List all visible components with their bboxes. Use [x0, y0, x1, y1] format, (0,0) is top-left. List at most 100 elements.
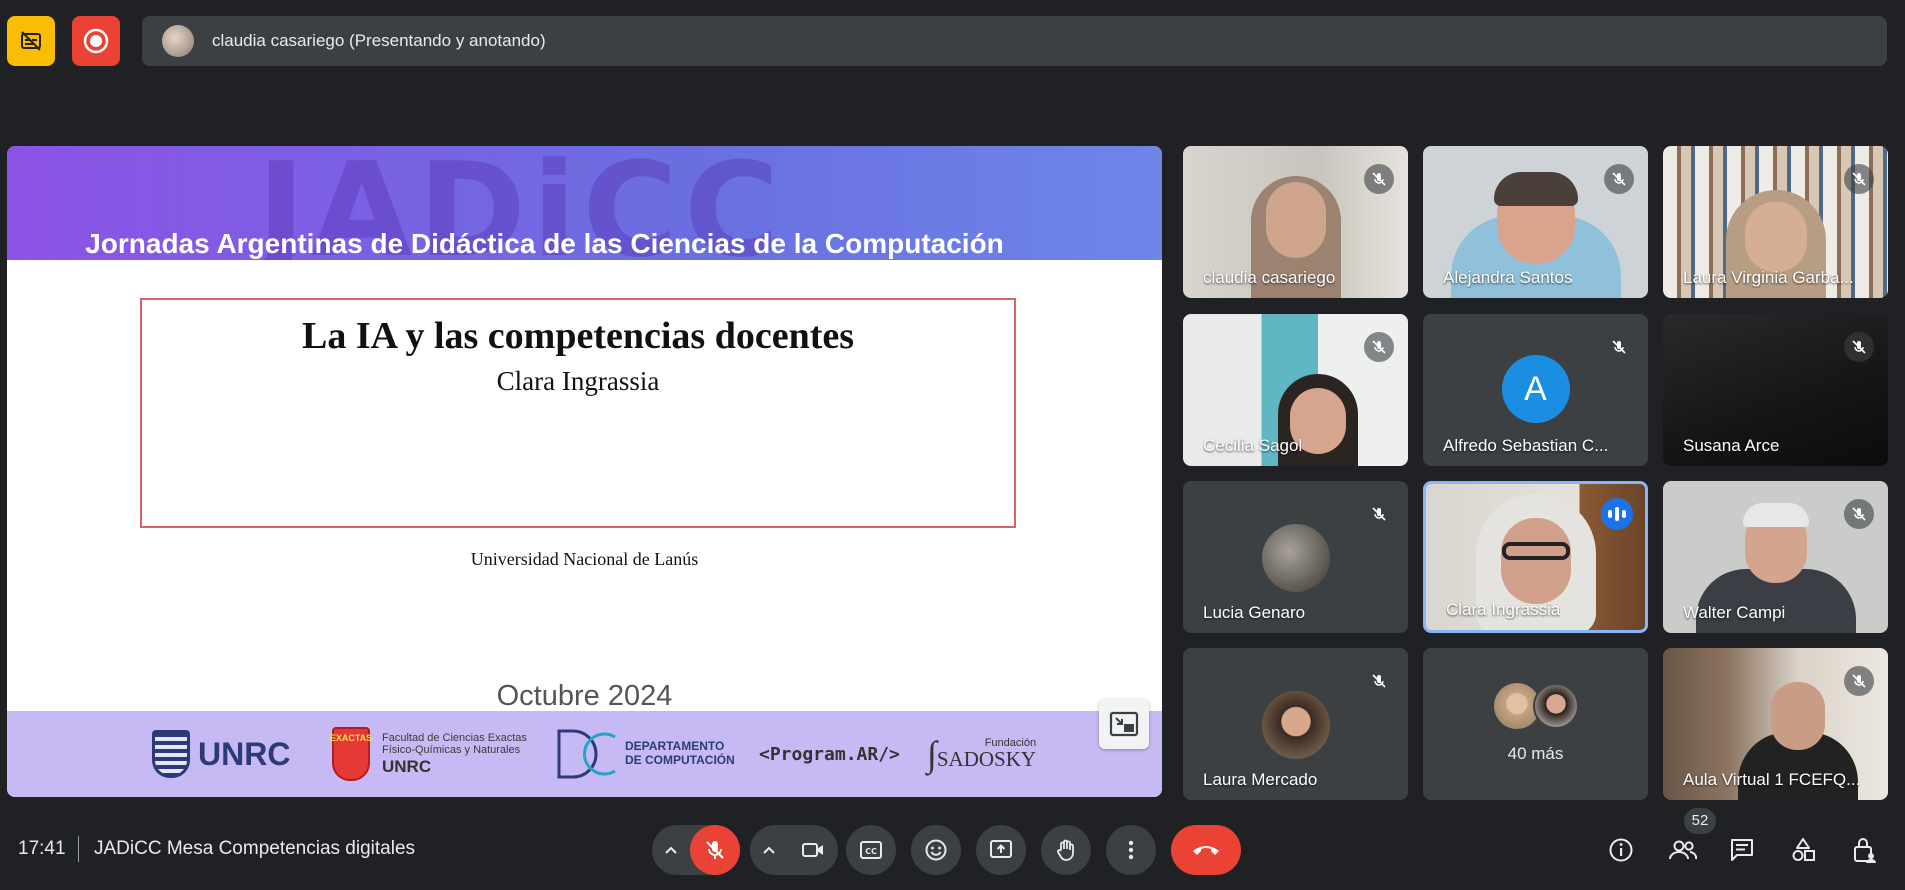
- people-button[interactable]: [1665, 834, 1701, 866]
- muted-icon: [1844, 164, 1874, 194]
- participant-tile-lucia[interactable]: Lucia Genaro: [1183, 481, 1408, 633]
- avatar: [1261, 524, 1330, 592]
- event-title: Jornadas Argentinas de Didáctica de las …: [85, 228, 1004, 259]
- info-icon: [1609, 838, 1633, 862]
- raise-hand-button[interactable]: [1041, 825, 1091, 875]
- presenter-text: claudia casariego (Presentando y anotand…: [212, 31, 546, 50]
- participant-tile-cecilia[interactable]: Cecilia Sagol: [1183, 314, 1408, 466]
- avatar: [1533, 683, 1579, 729]
- muted-icon: [1604, 332, 1634, 362]
- participant-name: Alejandra Santos: [1443, 268, 1573, 287]
- participant-name: Cecilia Sagol: [1203, 436, 1303, 455]
- talk-author: Clara Ingrassia: [496, 366, 660, 396]
- more-options-button[interactable]: [1106, 825, 1156, 875]
- participant-tile-susana[interactable]: Susana Arce: [1663, 314, 1888, 466]
- emoji-icon: [925, 839, 947, 861]
- record-icon: [83, 28, 109, 54]
- participant-tile-aula-virtual[interactable]: Aula Virtual 1 FCEFQ...: [1663, 648, 1888, 800]
- meeting-details-button[interactable]: [1605, 834, 1637, 866]
- unrc-logo: UNRC: [152, 729, 290, 779]
- unrc-shield-icon: [152, 730, 190, 778]
- participant-name: Laura Mercado: [1203, 770, 1318, 789]
- toggle-microphone-button[interactable]: [690, 825, 740, 875]
- muted-icon: [1364, 332, 1394, 362]
- muted-icon: [1364, 164, 1394, 194]
- activities-button[interactable]: [1787, 834, 1819, 866]
- participant-tile-clara[interactable]: Clara Ingrassia: [1423, 481, 1648, 633]
- more-participants-label: 40 más: [1507, 744, 1564, 763]
- title-box: La IA y las competencias docentes Clara …: [140, 298, 1016, 528]
- present-now-button[interactable]: [976, 825, 1026, 875]
- programar-logo: <Program.AR/>: [759, 743, 900, 765]
- participant-tile-alfredo[interactable]: A Alfredo Sebastian C...: [1423, 314, 1648, 466]
- avatar: A: [1501, 355, 1570, 423]
- stop-captions-button[interactable]: [7, 16, 55, 66]
- divider: [78, 836, 79, 862]
- picture-in-picture-icon: [1109, 711, 1139, 737]
- captions-off-icon: [21, 31, 41, 51]
- minimize-presentation-button[interactable]: [1099, 699, 1149, 749]
- chat-icon: [1731, 839, 1753, 861]
- toggle-camera-button[interactable]: [788, 825, 838, 875]
- muted-icon: [1364, 666, 1394, 696]
- captions-button[interactable]: CC: [846, 825, 896, 875]
- participant-name: Lucia Genaro: [1203, 603, 1306, 622]
- hang-up-icon: [1193, 846, 1219, 855]
- video-options-button[interactable]: [750, 825, 788, 875]
- closed-captions-icon: CC: [860, 841, 882, 859]
- presenter-avatar: [162, 25, 194, 57]
- avatar: [1261, 691, 1330, 759]
- participant-tile-walter[interactable]: Walter Campi: [1663, 481, 1888, 633]
- participant-tile-laura-virginia[interactable]: Laura Virginia Garba...: [1663, 146, 1888, 298]
- speaking-indicator-icon: [1601, 498, 1633, 530]
- muted-icon: [1844, 332, 1874, 362]
- dc-mark-icon: [557, 729, 616, 779]
- presentation-slide: JADiCC Jornadas Argentinas de Didáctica …: [7, 146, 1162, 797]
- audio-options-button[interactable]: [652, 825, 690, 875]
- mic-off-icon: [706, 841, 724, 859]
- sadosky-logo: ∫ Fundación SADOSKY: [927, 734, 1037, 774]
- participant-count-badge: 52: [1684, 808, 1716, 834]
- people-icon: [1669, 840, 1698, 860]
- hand-icon: [1057, 839, 1074, 861]
- meeting-title: JADiCC Mesa Competencias digitales: [94, 838, 416, 859]
- lock-person-icon: [1854, 838, 1876, 863]
- microphone-control[interactable]: [652, 825, 740, 875]
- chevron-up-icon: [665, 846, 677, 854]
- more-participants-tile[interactable]: 40 más: [1423, 648, 1648, 800]
- participant-tile-alejandra[interactable]: Alejandra Santos: [1423, 146, 1648, 298]
- camera-control[interactable]: [750, 825, 838, 875]
- participant-name: claudia casariego: [1203, 268, 1336, 287]
- participant-name: Alfredo Sebastian C...: [1443, 436, 1609, 455]
- participant-tile-claudia[interactable]: claudia casariego: [1183, 146, 1408, 298]
- chat-button[interactable]: [1726, 834, 1758, 866]
- sponsor-logos: UNRC EXACTAS Facultad de Ciencias Exacta…: [7, 711, 1162, 797]
- dc-logo: DEPARTAMENTO DE COMPUTACIÓN: [555, 729, 735, 779]
- clock: 17:41: [18, 838, 66, 859]
- present-screen-icon: [990, 840, 1012, 858]
- participant-tile-laura-mercado[interactable]: Laura Mercado: [1183, 648, 1408, 800]
- camera-icon: [802, 843, 823, 857]
- recording-button[interactable]: [72, 16, 120, 66]
- participant-name: Clara Ingrassia: [1446, 600, 1561, 619]
- exactas-logo: EXACTAS Facultad de Ciencias Exactas Fís…: [330, 727, 527, 781]
- slide-header: JADiCC Jornadas Argentinas de Didáctica …: [7, 146, 1162, 260]
- reactions-button[interactable]: [911, 825, 961, 875]
- participant-name: Susana Arce: [1683, 436, 1780, 455]
- university-name: Universidad Nacional de Lanús: [470, 549, 699, 569]
- more-vert-icon: [1128, 840, 1134, 860]
- muted-icon: [1604, 164, 1634, 194]
- participant-name: Laura Virginia Garba...: [1683, 268, 1854, 287]
- muted-icon: [1844, 499, 1874, 529]
- shapes-icon: [1792, 838, 1815, 861]
- participant-name: Walter Campi: [1683, 603, 1786, 622]
- muted-icon: [1364, 499, 1394, 529]
- muted-icon: [1844, 666, 1874, 696]
- exactas-shield-icon: EXACTAS: [330, 727, 372, 781]
- slide-date: Octubre 2024: [496, 680, 673, 712]
- host-controls-button[interactable]: [1848, 834, 1880, 866]
- presenter-bar[interactable]: claudia casariego (Presentando y anotand…: [142, 16, 1887, 66]
- svg-text:CC: CC: [865, 847, 877, 856]
- chevron-up-icon: [763, 846, 775, 854]
- leave-call-button[interactable]: [1171, 825, 1241, 875]
